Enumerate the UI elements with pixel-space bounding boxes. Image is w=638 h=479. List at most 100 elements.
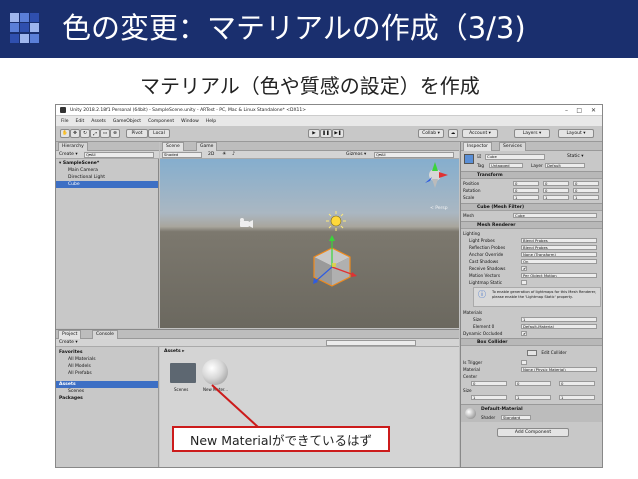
shading-select[interactable]: Shaded xyxy=(162,152,202,158)
scale-tool-icon[interactable]: ⤢ xyxy=(90,129,100,138)
receive-shadows-checkbox[interactable]: ✔ xyxy=(521,266,527,271)
account-button[interactable]: Account ▾ xyxy=(462,129,498,138)
tab-services[interactable]: Services xyxy=(499,142,526,151)
layout-button[interactable]: Layout ▾ xyxy=(558,129,594,138)
scale-y-field[interactable]: 1 xyxy=(543,195,569,200)
scene-search-input[interactable]: Q▾All xyxy=(374,152,454,158)
collider-material-field[interactable]: None (Physic Material) xyxy=(521,367,597,372)
move-tool-icon[interactable]: ✥ xyxy=(70,129,80,138)
rotation-x-field[interactable]: 0 xyxy=(513,188,539,193)
mesh-renderer-header[interactable]: Mesh Renderer xyxy=(461,221,602,229)
reflection-probes-select[interactable]: Blend Probes xyxy=(521,245,597,250)
scene-root-item[interactable]: ▾ SampleScene* xyxy=(56,160,158,167)
hierarchy-item[interactable]: Directional Light xyxy=(56,174,158,181)
materials-foldout[interactable]: Materials xyxy=(463,309,602,316)
transform-header[interactable]: Transform xyxy=(461,171,602,179)
static-checkbox[interactable]: Static ▾ xyxy=(567,154,584,159)
hand-tool-icon[interactable]: ✋ xyxy=(60,129,70,138)
layer-select[interactable]: Default xyxy=(545,163,585,168)
rotation-y-field[interactable]: 0 xyxy=(543,188,569,193)
anchor-override-field[interactable]: None (Transform) xyxy=(521,252,597,257)
pause-icon[interactable]: ❚❚ xyxy=(320,129,332,138)
lighting-icon[interactable]: ☀ xyxy=(222,151,226,157)
mesh-filter-header[interactable]: Cube (Mesh Filter) xyxy=(461,203,602,211)
tree-item-selected[interactable]: Assets xyxy=(56,381,158,388)
tab-game[interactable]: Game xyxy=(196,142,218,151)
position-y-field[interactable]: 0 xyxy=(543,181,569,186)
size-x-field[interactable]: 1 xyxy=(471,395,507,400)
play-icon[interactable]: ▶ xyxy=(308,129,320,138)
menu-window[interactable]: Window xyxy=(181,119,199,124)
material-sphere-icon[interactable] xyxy=(202,359,228,385)
edit-collider-icon[interactable] xyxy=(527,350,537,356)
light-probes-select[interactable]: Blend Probes xyxy=(521,238,597,243)
center-x-field[interactable]: 0 xyxy=(471,381,507,386)
project-create-button[interactable]: Create ▾ xyxy=(59,340,78,345)
box-collider-header[interactable]: Box Collider xyxy=(461,338,602,346)
tab-console[interactable]: Console xyxy=(92,330,118,339)
step-icon[interactable]: ▶❚ xyxy=(332,129,344,138)
scale-x-field[interactable]: 1 xyxy=(513,195,539,200)
close-icon[interactable]: ✕ xyxy=(591,107,596,114)
center-y-field[interactable]: 0 xyxy=(515,381,551,386)
object-name-field[interactable]: Cube xyxy=(485,154,545,160)
menu-gameobject[interactable]: GameObject xyxy=(113,119,141,124)
position-z-field[interactable]: 0 xyxy=(573,181,599,186)
tree-item[interactable]: All Models xyxy=(56,363,158,370)
cast-shadows-select[interactable]: On xyxy=(521,259,597,264)
is-trigger-checkbox[interactable] xyxy=(521,360,527,365)
element-0-field[interactable]: Default-Material xyxy=(521,324,597,329)
dynamic-occluded-checkbox[interactable]: ✔ xyxy=(521,331,527,336)
hierarchy-search-input[interactable]: Q▾All xyxy=(84,152,154,158)
audio-icon[interactable]: ♪ xyxy=(232,151,235,157)
size-z-field[interactable]: 1 xyxy=(559,395,595,400)
menu-file[interactable]: File xyxy=(61,119,69,124)
minimize-icon[interactable]: – xyxy=(565,107,568,114)
size-y-field[interactable]: 1 xyxy=(515,395,551,400)
motion-vectors-select[interactable]: Per Object Motion xyxy=(521,273,597,278)
tab-hierarchy[interactable]: Hierarchy xyxy=(58,142,88,151)
menu-component[interactable]: Component xyxy=(148,119,174,124)
cloud-icon[interactable]: ☁ xyxy=(448,129,458,138)
center-z-field[interactable]: 0 xyxy=(559,381,595,386)
tree-item[interactable]: Scenes xyxy=(56,388,158,395)
rect-tool-icon[interactable]: ▭ xyxy=(100,129,110,138)
assets-breadcrumb[interactable]: Assets ▸ xyxy=(164,349,185,354)
menu-help[interactable]: Help xyxy=(206,119,216,124)
folder-icon[interactable] xyxy=(170,363,196,383)
mesh-field[interactable]: Cube xyxy=(513,213,597,218)
layers-button[interactable]: Layers ▾ xyxy=(514,129,550,138)
scale-z-field[interactable]: 1 xyxy=(573,195,599,200)
add-component-button[interactable]: Add Component xyxy=(497,428,569,437)
materials-size-field[interactable]: 1 xyxy=(521,317,597,322)
pivot-button[interactable]: Pivot xyxy=(126,129,148,138)
active-checkbox[interactable]: ☑ xyxy=(477,154,481,160)
lighting-foldout[interactable]: Lighting xyxy=(463,230,602,237)
hierarchy-item[interactable]: Main Camera xyxy=(56,167,158,174)
tree-item[interactable]: Packages xyxy=(56,395,158,402)
collab-button[interactable]: Collab ▾ xyxy=(418,129,444,138)
hierarchy-create-button[interactable]: Create ▾ xyxy=(59,152,78,157)
tree-item[interactable]: All Prefabs xyxy=(56,370,158,377)
hierarchy-item-selected[interactable]: Cube xyxy=(56,181,158,188)
tree-item[interactable]: Favorites xyxy=(56,349,158,356)
tab-inspector[interactable]: Inspector xyxy=(463,142,492,151)
menu-assets[interactable]: Assets xyxy=(91,119,106,124)
mode-2d-toggle[interactable]: 2D xyxy=(208,152,214,157)
menu-edit[interactable]: Edit xyxy=(76,119,85,124)
tab-project[interactable]: Project xyxy=(58,330,82,339)
rotation-z-field[interactable]: 0 xyxy=(573,188,599,193)
scene-viewport[interactable]: < Persp xyxy=(160,159,459,328)
tab-scene[interactable]: Scene xyxy=(162,142,184,151)
local-button[interactable]: Local xyxy=(148,129,170,138)
maximize-icon[interactable]: □ xyxy=(576,107,582,114)
position-x-field[interactable]: 0 xyxy=(513,181,539,186)
transform-tool-icon[interactable]: ⊕ xyxy=(110,129,120,138)
tag-select[interactable]: Untagged xyxy=(489,163,523,168)
shader-select[interactable]: Standard xyxy=(501,415,531,420)
gizmos-button[interactable]: Gizmos ▾ xyxy=(346,152,366,157)
lightmap-static-checkbox[interactable] xyxy=(521,280,527,285)
project-search-input[interactable] xyxy=(326,340,416,346)
rotate-tool-icon[interactable]: ↻ xyxy=(80,129,90,138)
tree-item[interactable]: All Materials xyxy=(56,356,158,363)
